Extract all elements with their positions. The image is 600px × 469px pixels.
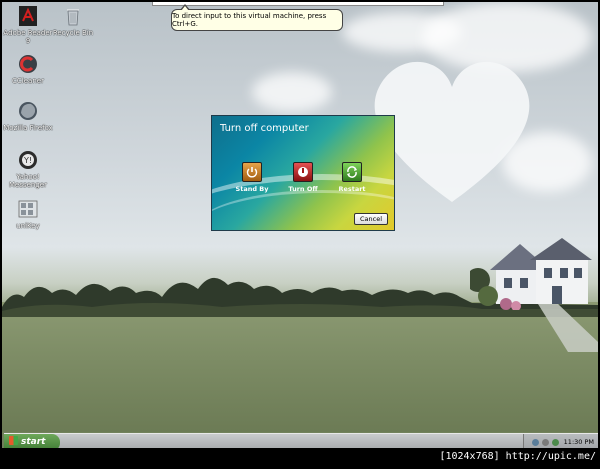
desktop: To direct input to this virtual machine,… (2, 2, 598, 448)
desktop-icon-yahoo-messenger[interactable]: Y! Yahoo! Messenger (2, 148, 54, 189)
windows-flag-icon (9, 436, 18, 445)
taskbar: start 11:30 PM (4, 433, 598, 448)
restart-icon (342, 162, 362, 182)
vm-toolbar-strip[interactable] (152, 2, 444, 6)
garden-path (538, 304, 598, 352)
start-button[interactable]: start (4, 434, 60, 448)
network-tray-icon[interactable] (532, 439, 539, 446)
firefox-icon (19, 102, 37, 120)
tooltip-text: To direct input to this virtual machine,… (172, 12, 327, 28)
house (470, 238, 592, 310)
vm-input-tooltip: To direct input to this virtual machine,… (171, 4, 343, 31)
svg-text:Y!: Y! (23, 156, 32, 165)
turn-off-label: Turn Off (288, 185, 318, 193)
volume-tray-icon[interactable] (542, 439, 549, 446)
tooltip-tail-fill (181, 6, 189, 11)
yahoo-messenger-icon: Y! (19, 151, 37, 169)
desktop-icon-label: Recycle Bin (52, 29, 94, 37)
stand-by-icon (242, 162, 262, 182)
cloud (252, 72, 332, 112)
desktop-icon-firefox[interactable]: Mozilla Firefox (2, 99, 54, 132)
screenshot-frame: To direct input to this virtual machine,… (0, 0, 600, 469)
dialog-title: Turn off computer (220, 123, 309, 134)
turn-off-button[interactable]: Turn Off (285, 162, 321, 193)
desktop-icon-unikey[interactable]: uniKey (2, 197, 54, 230)
unikey-icon (18, 200, 38, 218)
lawn (2, 302, 598, 432)
recycle-bin-icon (67, 9, 79, 26)
security-tray-icon[interactable] (552, 439, 559, 446)
cancel-button[interactable]: Cancel (354, 213, 388, 225)
stand-by-button[interactable]: Stand By (234, 162, 270, 193)
start-label: start (21, 437, 46, 447)
clock[interactable]: 11:30 PM (564, 438, 594, 446)
desktop-icon-label: CCleaner (12, 77, 44, 85)
adobe-reader-icon (19, 6, 37, 26)
desktop-icon-label: Yahoo! Messenger (8, 173, 47, 189)
power-icon (293, 162, 313, 182)
resolution-watermark: [1024x768] http://upic.me/ (439, 451, 596, 462)
restart-button[interactable]: Restart (334, 162, 370, 193)
ccleaner-icon (19, 55, 37, 73)
restart-label: Restart (338, 185, 366, 193)
system-tray: 11:30 PM (523, 434, 598, 448)
desktop-icon-recycle-bin[interactable]: Recycle Bin (47, 4, 99, 37)
turn-off-computer-dialog: Turn off computer Stand By Turn Off Rest… (211, 115, 395, 231)
stand-by-label: Stand By (235, 185, 269, 193)
desktop-icon-label: Mozilla Firefox (3, 124, 53, 132)
desktop-icon-ccleaner[interactable]: CCleaner (2, 52, 54, 85)
desktop-icon-label: uniKey (16, 222, 40, 230)
